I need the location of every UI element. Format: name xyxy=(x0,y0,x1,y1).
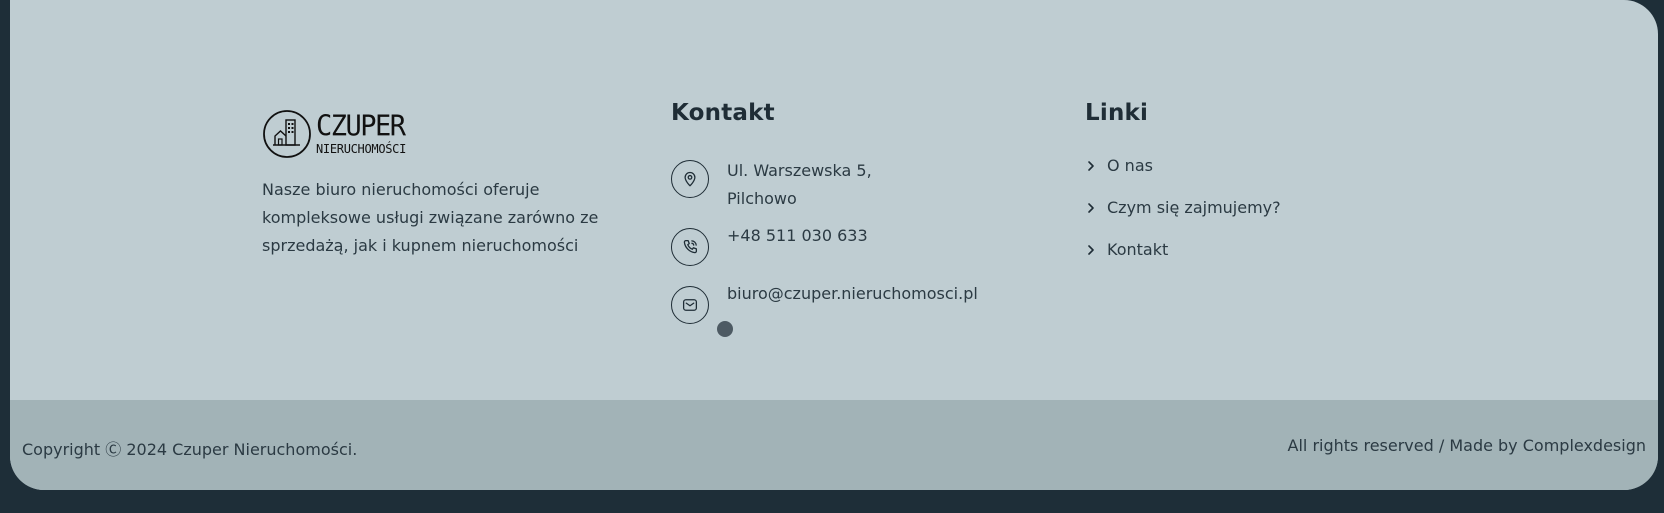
link-czym-sie-zajmujemy[interactable]: Czym się zajmujemy? xyxy=(1085,198,1281,217)
brand-column: CZUPER NIERUCHOMOŚCI Nasze biuro nieruch… xyxy=(262,106,612,260)
address-text: Ul. Warszewska 5, Pilchowo xyxy=(727,157,872,213)
chevron-right-icon xyxy=(1088,160,1094,171)
chevron-right-icon xyxy=(1088,244,1094,255)
logo-subtitle: NIERUCHOMOŚCI xyxy=(316,142,407,156)
contact-phone: +48 511 030 633 xyxy=(671,226,868,266)
logo-text: CZUPER NIERUCHOMOŚCI xyxy=(316,110,407,156)
links-title: Linki xyxy=(1085,100,1149,126)
footer-main: CZUPER NIERUCHOMOŚCI Nasze biuro nieruch… xyxy=(10,0,1658,400)
contact-address: Ul. Warszewska 5, Pilchowo xyxy=(671,160,872,213)
logo-title: CZUPER xyxy=(316,110,406,143)
brand-description: Nasze biuro nieruchomości oferuje komple… xyxy=(262,180,599,255)
phone-icon xyxy=(671,228,709,266)
contact-title: Kontakt xyxy=(671,100,775,126)
copyright-text: Copyright Ⓒ 2024 Czuper Nieruchomości. xyxy=(22,440,358,459)
footer: CZUPER NIERUCHOMOŚCI Nasze biuro nieruch… xyxy=(10,0,1658,490)
phone-link[interactable]: +48 511 030 633 xyxy=(727,222,868,250)
rights-text: All rights reserved / Made by Complexdes… xyxy=(1287,436,1646,455)
link-label: Kontakt xyxy=(1107,240,1169,259)
mail-icon xyxy=(671,286,709,324)
link-kontakt[interactable]: Kontakt xyxy=(1085,240,1168,259)
contact-email: biuro@czuper.nieruchomosci.pl xyxy=(671,284,978,324)
logo-building-icon xyxy=(263,110,311,158)
email-link[interactable]: biuro@czuper.nieruchomosci.pl xyxy=(727,280,978,308)
chevron-right-icon xyxy=(1088,202,1094,213)
map-pin-icon xyxy=(671,160,709,198)
link-label: O nas xyxy=(1107,156,1153,175)
address-line-2: Pilchowo xyxy=(727,189,797,208)
contact-column: Kontakt Ul. Warszewska 5, Pilchowo +48 5… xyxy=(671,100,1051,324)
link-label: Czym się zajmujemy? xyxy=(1107,198,1281,217)
cursor-dot xyxy=(717,321,733,337)
footer-bottom-bar: Copyright Ⓒ 2024 Czuper Nieruchomości. A… xyxy=(10,400,1658,490)
link-o-nas[interactable]: O nas xyxy=(1085,156,1153,175)
links-column: Linki O nas Czym się zajmujemy? Kontakt xyxy=(1085,100,1385,259)
address-line-1: Ul. Warszewska 5, xyxy=(727,161,872,180)
logo[interactable]: CZUPER NIERUCHOMOŚCI xyxy=(262,106,612,162)
